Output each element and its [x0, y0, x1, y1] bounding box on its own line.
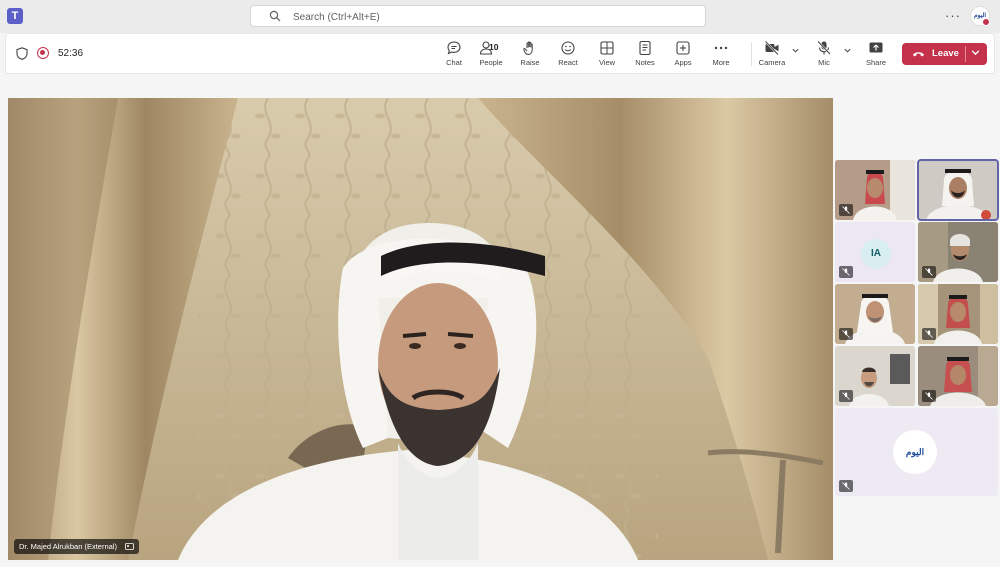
meeting-timer: 52:36 — [58, 48, 84, 59]
mic-off-icon — [925, 392, 933, 400]
raise-hand-button[interactable]: Raise — [518, 40, 542, 70]
status-dot-icon — [982, 18, 990, 26]
mic-off-icon — [842, 482, 850, 490]
mic-off-icon — [925, 330, 933, 338]
muted-indicator — [922, 390, 936, 402]
ellipsis-icon — [714, 46, 728, 50]
react-button[interactable]: React — [556, 40, 580, 70]
mic-off-icon — [817, 40, 831, 55]
chat-label: Chat — [446, 58, 462, 67]
brand-logo: اليوم — [893, 430, 937, 474]
mic-off-icon — [842, 206, 850, 214]
apps-label: Apps — [674, 58, 692, 67]
view-label: View — [598, 58, 616, 67]
title-bar: T ··· اليوم — [0, 0, 1000, 33]
user-avatar[interactable]: اليوم — [970, 6, 990, 26]
participant-name-tag: Dr. Majed Alrukban (External) — [14, 539, 140, 554]
external-user-icon — [125, 543, 134, 550]
people-label: People — [479, 58, 503, 67]
camera-chevron-down-icon[interactable] — [791, 46, 800, 55]
leave-chevron-down-icon[interactable] — [970, 47, 981, 58]
teams-logo-icon: T — [7, 8, 23, 24]
apps-plus-icon — [676, 41, 690, 55]
muted-indicator — [922, 328, 936, 340]
mic-off-icon — [842, 392, 850, 400]
shield-icon — [16, 47, 28, 60]
mic-off-icon — [842, 268, 850, 276]
participant-tile[interactable] — [835, 160, 915, 220]
mic-off-icon — [842, 330, 850, 338]
smiley-icon — [561, 41, 575, 55]
participant-tile[interactable] — [835, 346, 915, 406]
search-input[interactable] — [291, 8, 695, 26]
view-button[interactable]: View — [595, 40, 619, 70]
leave-divider — [965, 46, 966, 62]
camera-button[interactable]: Camera — [757, 40, 787, 70]
mic-label: Mic — [818, 58, 830, 67]
recording-icon — [37, 47, 49, 59]
raise-label: Raise — [520, 58, 540, 67]
search-box[interactable] — [250, 5, 706, 27]
participant-tile[interactable] — [835, 284, 915, 344]
leave-label: Leave — [932, 48, 959, 59]
share-label: Share — [865, 58, 886, 67]
camera-label: Camera — [758, 58, 786, 67]
participant-tile-brand[interactable]: اليوم — [835, 408, 998, 496]
share-button[interactable]: Share — [864, 40, 888, 70]
participant-tile[interactable] — [918, 284, 998, 344]
participant-tile-initials[interactable]: IA — [835, 222, 915, 282]
react-label: React — [558, 58, 578, 67]
muted-indicator — [839, 480, 853, 492]
toolbar-divider — [751, 42, 752, 66]
meeting-toolbar: 52:36 Chat 10 People Raise React View No… — [5, 33, 995, 74]
muted-indicator — [839, 390, 853, 402]
notes-button[interactable]: Notes — [633, 40, 657, 70]
grid-view-icon — [600, 41, 614, 55]
speaker-video-image — [8, 98, 833, 560]
mic-chevron-down-icon[interactable] — [843, 46, 852, 55]
participant-video-image — [918, 160, 998, 220]
participant-name: Dr. Majed Alrukban (External) — [19, 542, 117, 551]
more-options-button[interactable]: ··· — [945, 8, 961, 23]
muted-indicator — [839, 266, 853, 278]
muted-indicator — [839, 204, 853, 216]
apps-button[interactable]: Apps — [671, 40, 695, 70]
muted-indicator — [839, 328, 853, 340]
share-screen-icon — [869, 42, 883, 53]
search-icon — [269, 10, 281, 22]
participant-tile[interactable] — [918, 346, 998, 406]
chat-icon — [447, 41, 461, 55]
camera-off-icon — [764, 40, 779, 56]
raise-hand-icon — [523, 41, 533, 56]
muted-indicator — [922, 266, 936, 278]
leave-button[interactable]: Leave — [902, 43, 987, 65]
people-button[interactable]: 10 People — [476, 40, 506, 70]
notes-icon — [639, 40, 651, 56]
mic-off-icon — [925, 268, 933, 276]
participant-initials-avatar: IA — [861, 239, 891, 269]
chat-button[interactable]: Chat — [442, 40, 466, 70]
mic-button[interactable]: Mic — [812, 40, 836, 70]
notes-label: Notes — [635, 58, 655, 67]
more-actions-button[interactable]: More — [709, 40, 733, 70]
phone-hangup-icon — [912, 52, 925, 57]
main-video-feed[interactable]: Dr. Majed Alrukban (External) — [8, 98, 833, 560]
meeting-stage: Dr. Majed Alrukban (External) IA اليوم — [0, 74, 1000, 567]
more-label: More — [712, 58, 730, 67]
people-count: 10 — [489, 42, 499, 52]
participant-tile-active[interactable] — [917, 159, 999, 221]
participant-tile[interactable] — [918, 222, 998, 282]
